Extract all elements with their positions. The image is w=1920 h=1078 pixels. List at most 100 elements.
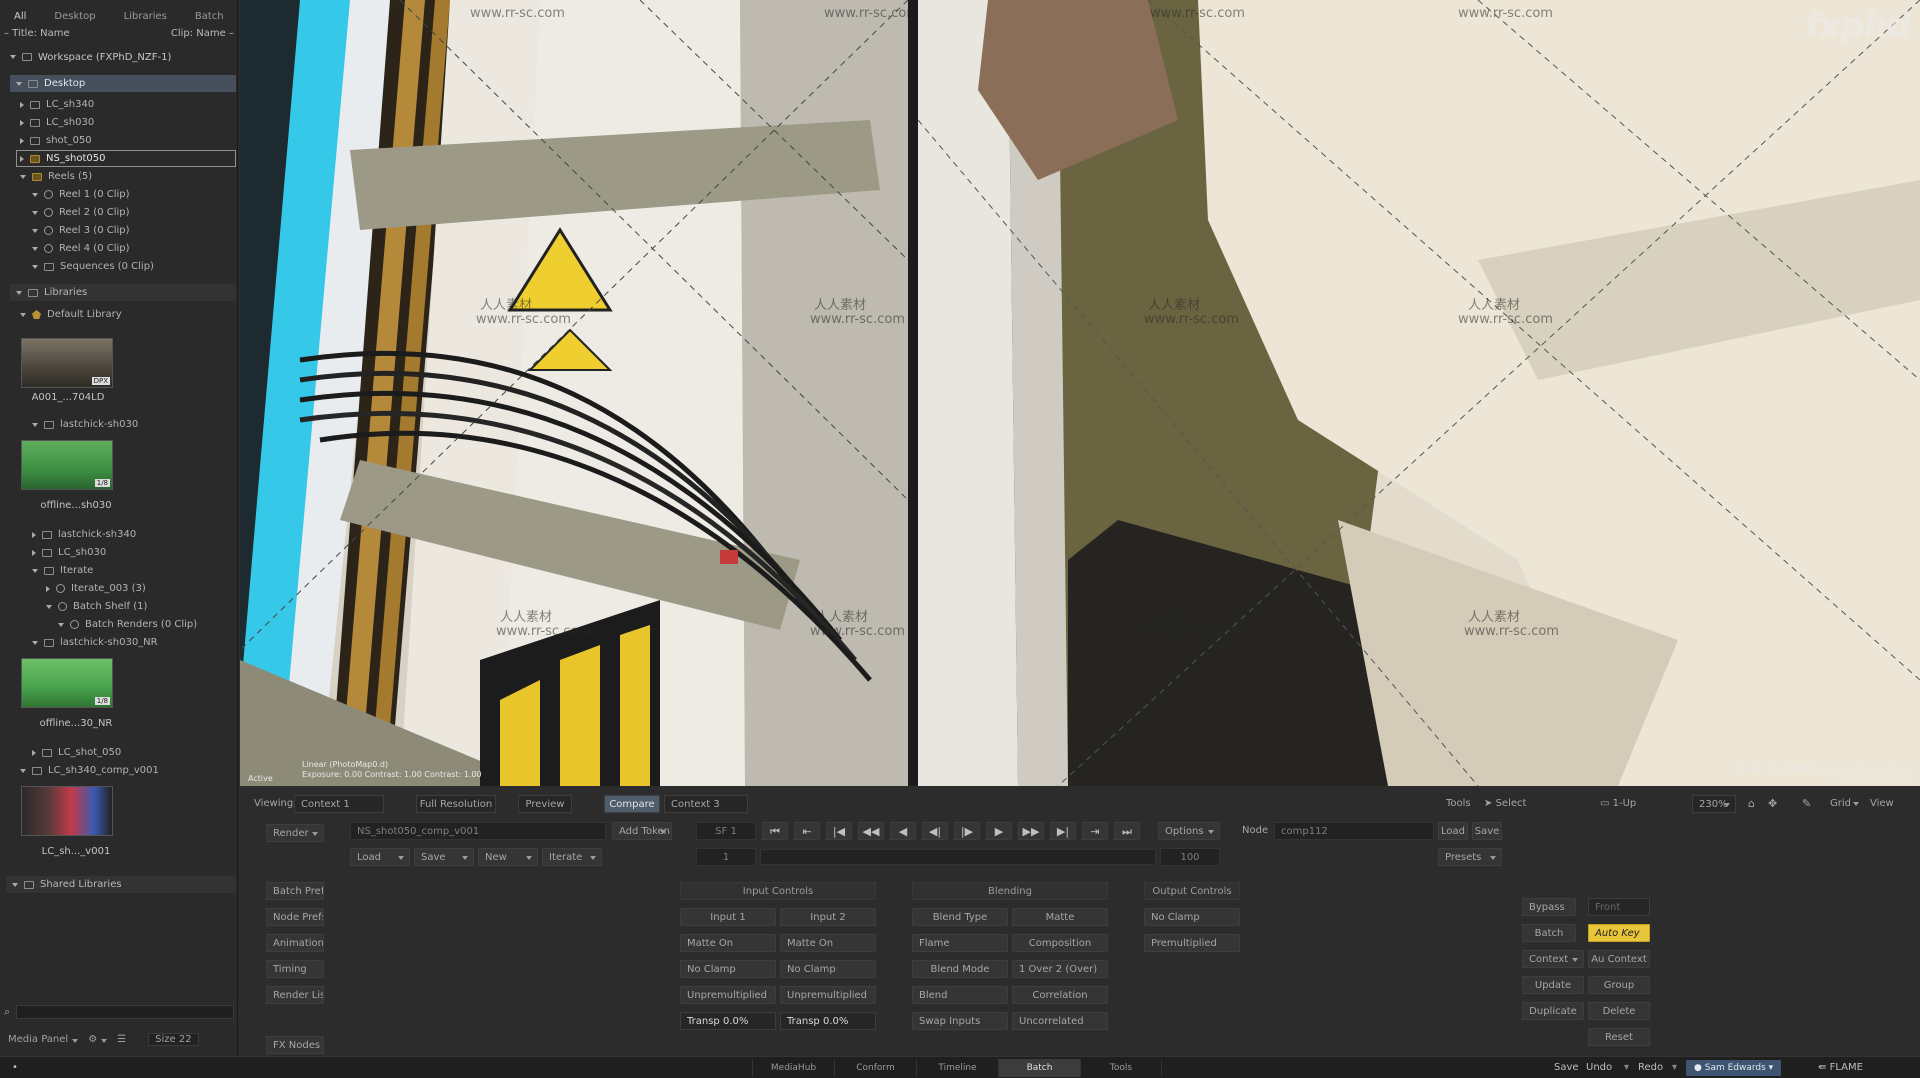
- output-no-clamp-toggle[interactable]: No Clamp: [1144, 908, 1240, 926]
- input1-matte-on-toggle[interactable]: Matte On: [680, 934, 776, 952]
- fit-view-icon[interactable]: ✥: [1768, 795, 1777, 813]
- go-to-start-icon[interactable]: ⏮: [762, 822, 788, 840]
- add-token-dropdown[interactable]: Add Token: [612, 822, 672, 840]
- tab-tools[interactable]: Tools: [1080, 1059, 1162, 1077]
- frame-slider[interactable]: [760, 849, 1156, 865]
- viewer-left[interactable]: www.rr-sc.com www.rr-sc.com 人人素材 www.rr-…: [240, 0, 908, 786]
- title-sort-dropdown[interactable]: – Title: Name: [4, 28, 70, 42]
- view-menu[interactable]: View: [1870, 795, 1894, 813]
- tree-shared-libraries[interactable]: Shared Libraries: [6, 876, 236, 893]
- tree-lastchick-sh340[interactable]: lastchick-sh340: [32, 526, 136, 543]
- expand-arrow-icon[interactable]: [16, 81, 22, 86]
- tree-batch-renders[interactable]: Batch Renders (0 Clip): [58, 616, 197, 633]
- expand-arrow-icon[interactable]: [32, 531, 36, 538]
- media-panel-dropdown[interactable]: Media Panel: [8, 1034, 80, 1045]
- au-context-button[interactable]: Au Context: [1588, 950, 1650, 968]
- expand-arrow-icon[interactable]: [32, 192, 38, 197]
- user-menu[interactable]: ● Sam Edwards ▾: [1686, 1060, 1782, 1076]
- expand-arrow-icon[interactable]: [16, 290, 22, 295]
- delete-button[interactable]: Delete: [1588, 1002, 1650, 1020]
- clip-thumbnail[interactable]: 1/8: [21, 440, 113, 490]
- expand-arrow-icon[interactable]: [20, 101, 24, 108]
- tree-item-ns-shot050[interactable]: NS_shot050: [16, 150, 236, 167]
- tree-item-lc-sh030[interactable]: LC_sh030: [20, 114, 94, 131]
- gear-icon[interactable]: ⚙: [88, 1034, 109, 1045]
- tree-reel-3[interactable]: Reel 3 (0 Clip): [32, 222, 130, 239]
- render-dropdown[interactable]: Render: [266, 824, 324, 842]
- search-icon[interactable]: ⌕: [4, 1005, 10, 1019]
- swap-inputs-button[interactable]: Swap Inputs: [912, 1012, 1008, 1030]
- input2-unpremultiplied-toggle[interactable]: Unpremultiplied: [780, 986, 876, 1004]
- viewing-context-field[interactable]: Context 1: [294, 795, 384, 813]
- update-button[interactable]: Update: [1522, 976, 1584, 994]
- fx-nodes-button[interactable]: FX Nodes: [266, 1036, 324, 1054]
- expand-arrow-icon[interactable]: [12, 882, 18, 887]
- tree-sequences[interactable]: Sequences (0 Clip): [32, 258, 154, 275]
- tree-reels[interactable]: Reels (5): [20, 168, 92, 185]
- tab-conform[interactable]: Conform: [834, 1059, 916, 1077]
- home-icon[interactable]: ⌂: [1748, 795, 1755, 813]
- next-frame-icon[interactable]: |▶: [954, 822, 980, 840]
- expand-arrow-icon[interactable]: [20, 119, 24, 126]
- bypass-toggle[interactable]: Bypass: [1522, 898, 1576, 916]
- tree-item-shot-050[interactable]: shot_050: [20, 132, 92, 149]
- size-field[interactable]: Size 22: [148, 1032, 199, 1046]
- tab-mediahub[interactable]: MediaHub: [752, 1059, 834, 1077]
- reset-button[interactable]: Reset: [1588, 1028, 1650, 1046]
- step-back-icon[interactable]: |◀: [826, 822, 852, 840]
- expand-arrow-icon[interactable]: [32, 210, 38, 215]
- input1-tab[interactable]: Input 1: [680, 908, 776, 926]
- compare-button[interactable]: Compare: [604, 795, 660, 813]
- input2-transparency-field[interactable]: Transp 0.0%: [780, 1012, 876, 1030]
- tree-lc-shot-050[interactable]: LC_shot_050: [32, 744, 121, 761]
- node-name-field[interactable]: comp112: [1274, 822, 1434, 840]
- preview-button[interactable]: Preview: [518, 795, 572, 813]
- tree-default-library[interactable]: Default Library: [20, 306, 122, 323]
- new-dropdown[interactable]: New: [478, 848, 538, 866]
- tree-desktop[interactable]: Desktop: [10, 75, 236, 92]
- search-input[interactable]: [16, 1005, 234, 1019]
- save-dropdown[interactable]: Save: [414, 848, 474, 866]
- tree-reel-2[interactable]: Reel 2 (0 Clip): [32, 204, 130, 221]
- expand-arrow-icon[interactable]: [20, 155, 24, 162]
- input1-unpremultiplied-toggle[interactable]: Unpremultiplied: [680, 986, 776, 1004]
- node-prefs-button[interactable]: Node Prefs: [266, 908, 324, 926]
- matte-button[interactable]: Matte: [1012, 908, 1108, 926]
- tree-batch-shelf[interactable]: Batch Shelf (1): [46, 598, 147, 615]
- input2-no-clamp-toggle[interactable]: No Clamp: [780, 960, 876, 978]
- grid-dropdown[interactable]: Grid: [1824, 795, 1864, 813]
- expand-arrow-icon[interactable]: [20, 768, 26, 773]
- eyedropper-icon[interactable]: ✎: [1802, 795, 1811, 813]
- clip-thumbnail[interactable]: 1/8: [21, 658, 113, 708]
- front-field[interactable]: Front: [1588, 898, 1650, 916]
- composition-dropdown[interactable]: Composition: [1012, 934, 1108, 952]
- correlation-dropdown[interactable]: Uncorrelated: [1012, 1012, 1108, 1030]
- select-tool[interactable]: ➤ Select: [1484, 795, 1526, 813]
- expand-arrow-icon[interactable]: [20, 174, 26, 179]
- expand-arrow-icon[interactable]: [46, 604, 52, 609]
- timing-button[interactable]: Timing: [266, 960, 324, 978]
- input1-no-clamp-toggle[interactable]: No Clamp: [680, 960, 776, 978]
- tree-lc-sh030[interactable]: LC_sh030: [32, 544, 106, 561]
- tree-lastchick-sh030-nr[interactable]: lastchick-sh030_NR: [32, 634, 158, 651]
- clip-thumbnail[interactable]: DPX: [21, 338, 113, 388]
- node-save-button[interactable]: Save: [1472, 822, 1502, 840]
- expand-arrow-icon[interactable]: [32, 568, 38, 573]
- batch-name-field[interactable]: NS_shot050_comp_v001: [350, 822, 606, 840]
- expand-arrow-icon[interactable]: [32, 228, 38, 233]
- options-dropdown[interactable]: Options: [1158, 822, 1220, 840]
- batch-button[interactable]: Batch: [1522, 924, 1576, 942]
- end-frame-field[interactable]: 100: [1160, 848, 1220, 866]
- viewer-split-divider[interactable]: [908, 0, 918, 786]
- redo-dropdown-icon[interactable]: ▾: [1672, 1059, 1677, 1077]
- load-dropdown[interactable]: Load: [350, 848, 410, 866]
- iterate-dropdown[interactable]: Iterate: [542, 848, 602, 866]
- play-reverse-icon[interactable]: ◀: [890, 822, 916, 840]
- list-view-icon[interactable]: ☰: [117, 1034, 126, 1045]
- tree-item-lc-sh340[interactable]: LC_sh340: [20, 96, 94, 113]
- play-icon[interactable]: ▶: [986, 822, 1012, 840]
- batch-prefs-button[interactable]: Batch Prefs: [266, 882, 324, 900]
- input1-transparency-field[interactable]: Transp 0.0%: [680, 1012, 776, 1030]
- tab-all[interactable]: All: [0, 8, 40, 26]
- expand-arrow-icon[interactable]: [32, 640, 38, 645]
